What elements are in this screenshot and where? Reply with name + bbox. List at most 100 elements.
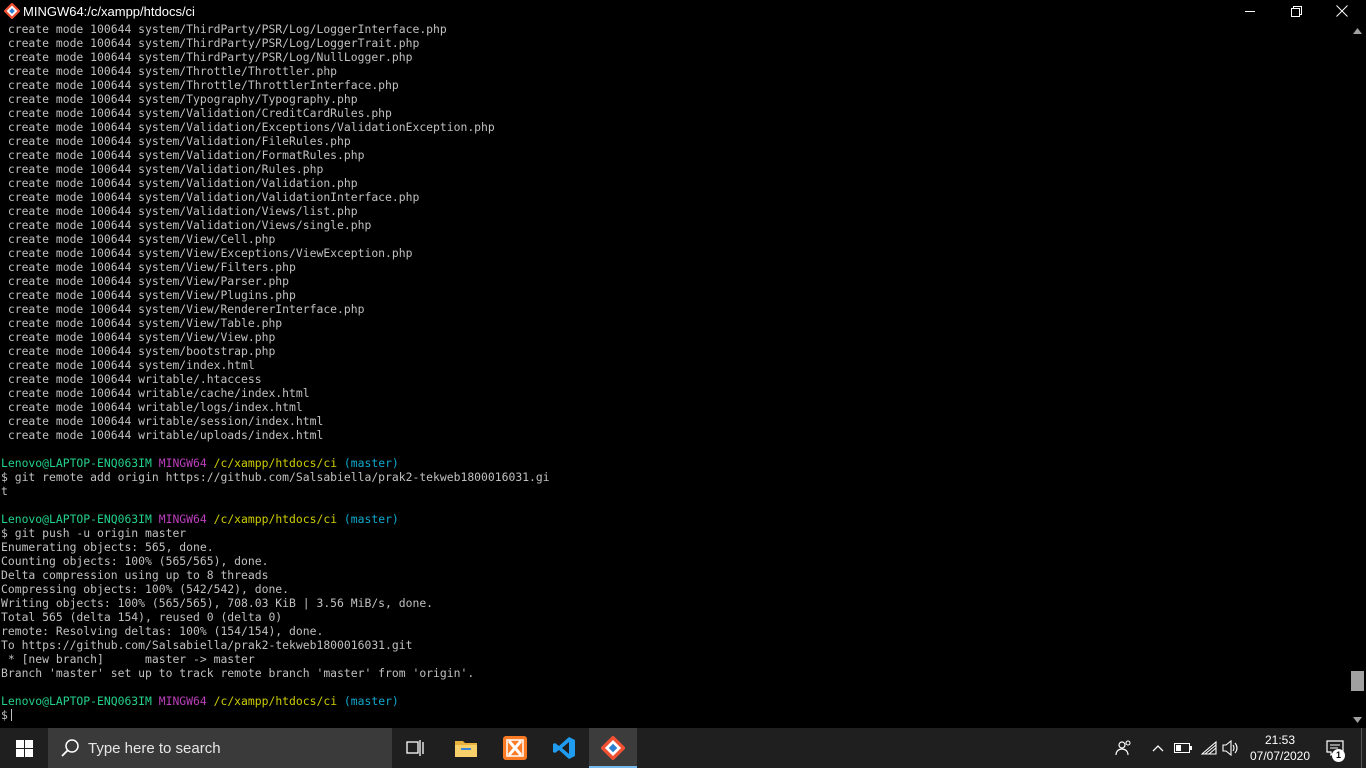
terminal-output-line: create mode 100644 system/View/Parser.ph…: [1, 274, 290, 288]
minimize-button[interactable]: [1227, 0, 1273, 22]
terminal-output-line: create mode 100644 system/Validation/Val…: [1, 190, 420, 204]
prompt-symbol: $: [1, 708, 8, 722]
search-placeholder: Type here to search: [88, 739, 221, 757]
terminal-output-line: create mode 100644 system/View/Cell.php: [1, 232, 276, 246]
terminal-output-line: create mode 100644 system/ThirdParty/PSR…: [1, 22, 447, 36]
vscode-icon: [553, 737, 575, 759]
terminal-scrollbar[interactable]: [1349, 22, 1366, 728]
clock-time: 21:53: [1264, 733, 1296, 747]
terminal-prompt-line: Lenovo@LAPTOP-ENQ063IM MINGW64 /c/xampp/…: [0, 512, 1348, 526]
terminal-output-line: create mode 100644 system/View/RendererI…: [1, 302, 365, 316]
terminal-output[interactable]: create mode 100644 system/ThirdParty/PSR…: [0, 22, 1348, 728]
git-bash-icon: [4, 3, 20, 19]
show-hidden-icons-button[interactable]: [1148, 728, 1168, 768]
prompt-system: MINGW64: [158, 456, 207, 470]
search-icon: [61, 739, 79, 757]
prompt-branch: (master): [343, 512, 399, 526]
taskbar-xampp[interactable]: [491, 728, 539, 768]
terminal-output-line: create mode 100644 system/View/Plugins.p…: [1, 288, 296, 302]
terminal-output-line: create mode 100644 system/index.html: [1, 358, 255, 372]
terminal-output-line: create mode 100644 system/Validation/Exc…: [1, 120, 495, 134]
terminal-input-line[interactable]: $: [0, 708, 1348, 722]
restore-button[interactable]: [1273, 0, 1319, 22]
prompt-path: /c/xampp/htdocs/ci: [213, 456, 338, 470]
close-button[interactable]: [1319, 0, 1365, 22]
taskbar-clock[interactable]: 21:53 07/07/2020: [1240, 732, 1320, 764]
battery-status[interactable]: [1172, 728, 1194, 768]
text-cursor: [10, 709, 12, 721]
minimize-icon: [1245, 11, 1255, 12]
window-title: MINGW64:/c/xampp/htdocs/ci: [23, 4, 195, 19]
terminal-output-line: create mode 100644 writable/logs/index.h…: [1, 400, 303, 414]
taskbar-search-box[interactable]: Type here to search: [48, 728, 392, 768]
wifi-icon: [1201, 741, 1217, 755]
terminal-output-line: create mode 100644 system/View/Table.php: [1, 316, 283, 330]
task-view-button[interactable]: [392, 728, 440, 768]
scroll-up-button[interactable]: [1349, 22, 1366, 39]
taskbar: Type here to search 21:53 07/07/2020 1: [0, 728, 1366, 768]
terminal-output-line: create mode 100644 writable/cache/index.…: [1, 386, 310, 400]
people-icon: [1115, 740, 1131, 756]
prompt-branch: (master): [343, 456, 399, 470]
terminal-output-line: $ git push -u origin master: [1, 526, 187, 540]
start-button[interactable]: [0, 728, 48, 768]
terminal-output-line: $ git remote add origin https://github.c…: [1, 470, 550, 484]
terminal-prompt-line: Lenovo@LAPTOP-ENQ063IM MINGW64 /c/xampp/…: [0, 456, 1348, 470]
network-status[interactable]: [1198, 728, 1220, 768]
arrow-down-icon: [1353, 716, 1362, 723]
terminal-output-line: create mode 100644 system/Validation/Val…: [1, 176, 358, 190]
terminal-output-line: To https://github.com/Salsabiella/prak2-…: [1, 638, 413, 652]
volume-icon: [1222, 740, 1238, 756]
scroll-down-button[interactable]: [1349, 711, 1366, 728]
terminal-output-line: create mode 100644 system/Validation/For…: [1, 148, 365, 162]
show-desktop-button[interactable]: [1361, 728, 1366, 768]
terminal-output-line: Counting objects: 100% (565/565), done.: [1, 554, 269, 568]
terminal-output-line: remote: Resolving deltas: 100% (154/154)…: [1, 624, 324, 638]
action-center-button[interactable]: 1: [1320, 728, 1350, 768]
terminal-output-line: Delta compression using up to 8 threads: [1, 568, 269, 582]
terminal-output-line: Enumerating objects: 565, done.: [1, 540, 214, 554]
windows-logo-icon: [15, 739, 33, 757]
terminal-output-line: Writing objects: 100% (565/565), 708.03 …: [1, 596, 434, 610]
task-view-icon: [406, 740, 424, 756]
people-button[interactable]: [1112, 728, 1136, 768]
title-bar[interactable]: MINGW64:/c/xampp/htdocs/ci: [0, 0, 1366, 22]
taskbar-git-bash[interactable]: [589, 728, 637, 768]
terminal-output-line: create mode 100644 writable/uploads/inde…: [1, 428, 324, 442]
terminal-output-line: create mode 100644 system/Validation/Vie…: [1, 218, 372, 232]
terminal-output-line: create mode 100644 writable/session/inde…: [1, 414, 324, 428]
volume-control[interactable]: [1220, 728, 1242, 768]
xampp-icon: [503, 736, 527, 760]
close-icon: [1336, 5, 1348, 17]
battery-icon: [1174, 743, 1192, 753]
prompt-user: Lenovo@LAPTOP-ENQ063IM: [1, 512, 152, 526]
terminal-output-line: create mode 100644 writable/.htaccess: [1, 372, 262, 386]
scroll-thumb[interactable]: [1351, 671, 1364, 692]
terminal-output-line: Compressing objects: 100% (542/542), don…: [1, 582, 290, 596]
terminal-output-line: create mode 100644 system/Validation/Rul…: [1, 162, 324, 176]
terminal-output-line: create mode 100644 system/View/Exception…: [1, 246, 413, 260]
prompt-system: MINGW64: [158, 512, 207, 526]
prompt-user: Lenovo@LAPTOP-ENQ063IM: [1, 456, 152, 470]
terminal-output-line: create mode 100644 system/Validation/Vie…: [1, 204, 358, 218]
taskbar-vscode[interactable]: [540, 728, 588, 768]
restore-icon: [1290, 5, 1302, 17]
terminal-output-line: create mode 100644 system/View/Filters.p…: [1, 260, 296, 274]
terminal-output-line: Branch 'master' set up to track remote b…: [1, 666, 475, 680]
terminal-output-line: create mode 100644 system/Throttle/Throt…: [1, 78, 399, 92]
terminal-output-line: create mode 100644 system/Validation/Cre…: [1, 106, 392, 120]
terminal-output-line: create mode 100644 system/ThirdParty/PSR…: [1, 36, 420, 50]
terminal-output-line: create mode 100644 system/ThirdParty/PSR…: [1, 50, 413, 64]
terminal-output-line: create mode 100644 system/bootstrap.php: [1, 344, 276, 358]
terminal-output-line: create mode 100644 system/Throttle/Throt…: [1, 64, 338, 78]
terminal-output-line: t: [1, 484, 8, 498]
prompt-system: MINGW64: [158, 694, 207, 708]
prompt-branch: (master): [343, 694, 399, 708]
git-bash-icon: [601, 736, 625, 760]
clock-date: 07/07/2020: [1249, 749, 1311, 763]
taskbar-file-explorer[interactable]: [442, 728, 490, 768]
arrow-up-icon: [1353, 27, 1362, 34]
